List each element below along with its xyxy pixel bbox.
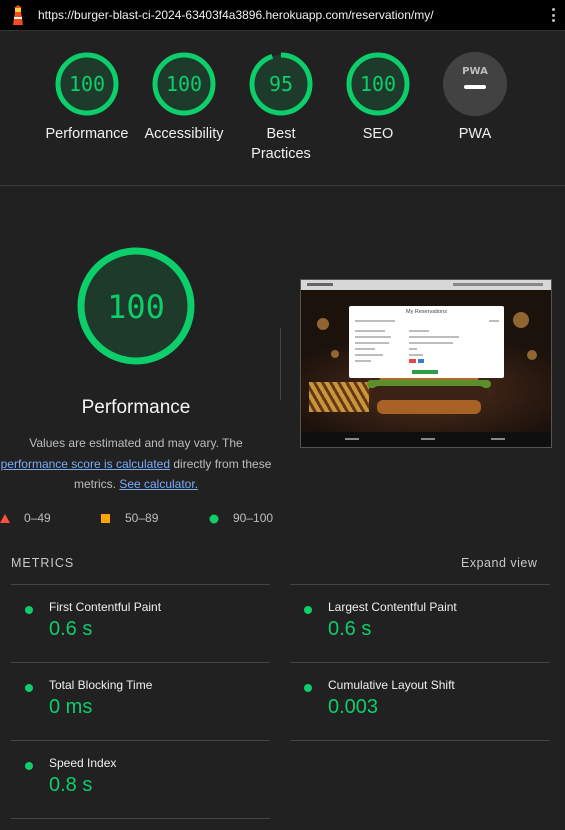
- category-label: Performance: [45, 126, 129, 142]
- metric-value: 0.003: [328, 696, 379, 718]
- desc-text: directly from these: [173, 456, 272, 471]
- score-gauge: 95: [249, 52, 313, 116]
- pass-circle-icon: [25, 606, 33, 614]
- pass-circle-icon: [304, 684, 312, 692]
- triangle-icon: [0, 514, 10, 523]
- divider: [290, 662, 550, 663]
- metric-largest-contentful-paint: Largest Contentful Paint 0.6 s: [290, 600, 540, 664]
- legend-range: 50–89: [125, 511, 159, 525]
- category-pwa[interactable]: PWA PWA: [425, 51, 525, 144]
- category-best-practices[interactable]: 95 Best Practices: [231, 51, 331, 164]
- metric-name: Speed Index: [49, 756, 117, 770]
- screenshot-navbar: [301, 280, 551, 290]
- category-performance[interactable]: 100 Performance: [37, 51, 137, 144]
- address-bar: https://burger-blast-ci-2024-63403f4a389…: [0, 0, 565, 31]
- divider: [290, 584, 550, 585]
- divider: [280, 328, 281, 400]
- kebab-menu-icon[interactable]: [549, 6, 557, 24]
- metric-name: Total Blocking Time: [49, 678, 153, 692]
- pwa-badge-icon: PWA: [443, 52, 507, 116]
- legend-range: 0–49: [24, 511, 51, 525]
- score-value: 100: [166, 72, 202, 96]
- category-seo[interactable]: 100 SEO: [328, 51, 428, 144]
- performance-description: Values are estimated and may vary. The p…: [0, 433, 272, 495]
- performance-score: 100: [107, 288, 165, 326]
- burger-photo: My Reservations: [301, 290, 551, 434]
- score-gauge: 100: [152, 52, 216, 116]
- pass-circle-icon: [25, 684, 33, 692]
- divider: [290, 740, 550, 741]
- metric-name: Largest Contentful Paint: [328, 600, 457, 614]
- metric-value: 0 ms: [49, 696, 93, 718]
- expand-view-toggle[interactable]: Expand view: [461, 556, 537, 570]
- metric-first-contentful-paint: First Contentful Paint 0.6 s: [11, 600, 261, 664]
- url-text[interactable]: https://burger-blast-ci-2024-63403f4a389…: [38, 8, 434, 22]
- see-calculator-link[interactable]: See calculator.: [119, 477, 198, 491]
- divider: [11, 818, 270, 819]
- desc-text: Values are estimated and may vary. The: [29, 436, 243, 450]
- score-value: 100: [69, 72, 105, 96]
- legend-range: 90–100: [233, 511, 274, 525]
- category-label: Accessibility: [144, 126, 224, 142]
- score-gauge: 100: [55, 52, 119, 116]
- metric-speed-index: Speed Index 0.8 s: [11, 756, 261, 820]
- divider: [11, 584, 270, 585]
- metric-name: Cumulative Layout Shift: [328, 678, 455, 692]
- metric-cumulative-layout-shift: Cumulative Layout Shift 0.003: [290, 678, 540, 742]
- metrics-header: METRICS: [11, 556, 75, 570]
- category-scores: 100 Performance 100 Accessibility 95 Bes…: [0, 31, 565, 186]
- lighthouse-icon: [13, 5, 23, 25]
- desc-text: metrics.: [73, 477, 116, 491]
- score-value: 95: [269, 72, 293, 96]
- performance-title: Performance: [81, 397, 191, 418]
- pass-circle-icon: [25, 762, 33, 770]
- category-label: SEO: [362, 126, 394, 142]
- screenshot-title: My Reservations: [406, 309, 447, 315]
- metric-value: 0.6 s: [49, 618, 93, 640]
- circle-icon: [209, 514, 219, 524]
- pass-circle-icon: [304, 606, 312, 614]
- metric-value: 0.6 s: [328, 618, 372, 640]
- page-screenshot[interactable]: My Reservations: [300, 279, 552, 448]
- metric-total-blocking-time: Total Blocking Time 0 ms: [11, 678, 261, 742]
- performance-gauge: 100: [75, 245, 197, 372]
- score-value: 100: [360, 72, 396, 96]
- divider: [11, 740, 270, 741]
- square-icon: [101, 514, 110, 523]
- screenshot-footer: [301, 432, 551, 447]
- score-gauge: 100: [346, 52, 410, 116]
- score-legend: 0–49 50–89 90–100: [0, 511, 300, 527]
- metric-value: 0.8 s: [49, 774, 93, 796]
- metric-name: First Contentful Paint: [49, 600, 162, 614]
- divider: [11, 662, 270, 663]
- category-accessibility[interactable]: 100 Accessibility: [134, 51, 234, 144]
- pwa-badge-text: PWA: [462, 66, 488, 77]
- reservation-card: My Reservations: [349, 306, 504, 378]
- category-label: PWA: [458, 126, 492, 142]
- category-label: Best Practices: [251, 126, 311, 162]
- score-calculated-link[interactable]: performance score is calculated: [1, 457, 170, 471]
